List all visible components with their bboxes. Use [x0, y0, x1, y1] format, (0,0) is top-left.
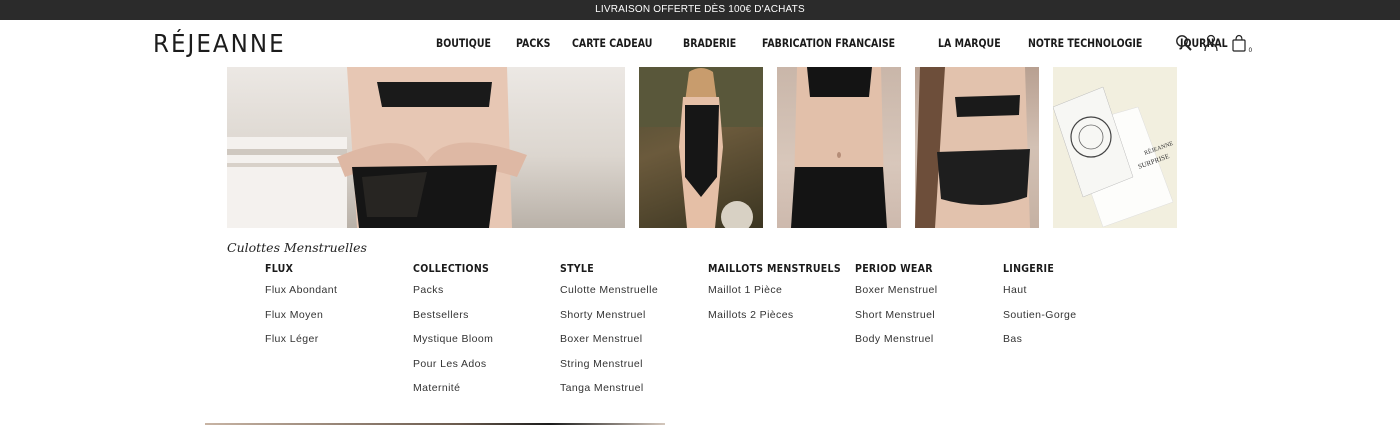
- menu-link[interactable]: Boxer Menstruel: [855, 284, 941, 309]
- account-icon[interactable]: [1203, 34, 1221, 52]
- image-lace-brief[interactable]: [915, 67, 1039, 228]
- menu-link[interactable]: Tanga Menstruel: [560, 382, 658, 407]
- cart-count: 0: [1248, 48, 1252, 54]
- menu-column-style: STYLE Culotte Menstruelle Shorty Menstru…: [560, 263, 658, 407]
- main-nav: BOUTIQUE PACKS CARTE CADEAU BRADERIE FAB…: [436, 36, 1252, 50]
- header-icons: 0: [1175, 34, 1252, 54]
- menu-link[interactable]: Bestsellers: [413, 309, 498, 334]
- image-gift-card[interactable]: RÉJEANNE SURPRISE: [1053, 67, 1177, 228]
- menu-link[interactable]: Haut: [1003, 284, 1077, 309]
- column-heading[interactable]: MAILLOTS MENSTRUELS: [708, 263, 841, 279]
- announcement-bar: LIVRAISON OFFERTE DÈS 100€ D'ACHATS: [0, 0, 1400, 20]
- menu-link[interactable]: Flux Abondant: [265, 284, 337, 309]
- menu-column-period-wear: PERIOD WEAR Boxer Menstruel Short Menstr…: [855, 263, 941, 358]
- image-hands-heart[interactable]: [227, 67, 625, 228]
- menu-column-maillots: MAILLOTS MENSTRUELS Maillot 1 Pièce Mail…: [708, 263, 856, 333]
- menu-link[interactable]: Soutien-Gorge: [1003, 309, 1077, 334]
- nav-la-marque[interactable]: LA MARQUE: [938, 36, 1001, 50]
- menu-column-lingerie: LINGERIE Haut Soutien-Gorge Bas: [1003, 263, 1077, 358]
- menu-link[interactable]: Boxer Menstruel: [560, 333, 658, 358]
- menu-column-collections: COLLECTIONS Packs Bestsellers Mystique B…: [413, 263, 498, 407]
- brand-logo[interactable]: RÉJEANNE: [153, 29, 286, 58]
- nav-boutique[interactable]: BOUTIQUE: [436, 36, 491, 50]
- menu-link[interactable]: Maternité: [413, 382, 498, 407]
- column-heading[interactable]: STYLE: [560, 263, 648, 279]
- menu-link[interactable]: Shorty Menstruel: [560, 309, 658, 334]
- nav-braderie[interactable]: BRADERIE: [683, 36, 736, 50]
- menu-link[interactable]: Culotte Menstruelle: [560, 284, 658, 309]
- nav-fabrication-francaise[interactable]: FABRICATION FRANCAISE: [762, 36, 895, 50]
- menu-link[interactable]: Short Menstruel: [855, 309, 941, 334]
- site-header: RÉJEANNE BOUTIQUE PACKS CARTE CADEAU BRA…: [0, 20, 1400, 67]
- menu-link[interactable]: Mystique Bloom: [413, 333, 498, 358]
- menu-link[interactable]: Bas: [1003, 333, 1077, 358]
- column-heading[interactable]: FLUX: [265, 263, 330, 279]
- menu-gallery: RÉJEANNE SURPRISE: [0, 67, 1400, 229]
- menu-link[interactable]: Packs: [413, 284, 498, 309]
- nav-carte-cadeau[interactable]: CARTE CADEAU: [572, 36, 652, 50]
- nav-notre-technologie[interactable]: NOTRE TECHNOLOGIE: [1028, 36, 1142, 50]
- menu-link[interactable]: Flux Léger: [265, 333, 337, 358]
- column-heading[interactable]: LINGERIE: [1003, 263, 1069, 279]
- image-black-boxer[interactable]: [777, 67, 901, 228]
- search-icon[interactable]: [1175, 34, 1193, 52]
- menu-link[interactable]: Maillot 1 Pièce: [708, 284, 856, 309]
- cart-icon[interactable]: 0: [1231, 34, 1252, 54]
- mega-menu-title[interactable]: Culottes Menstruelles: [227, 240, 367, 255]
- menu-link[interactable]: Pour Les Ados: [413, 358, 498, 383]
- image-black-swimsuit[interactable]: [639, 67, 763, 228]
- menu-link[interactable]: Flux Moyen: [265, 309, 337, 334]
- column-heading[interactable]: PERIOD WEAR: [855, 263, 933, 279]
- menu-link[interactable]: Body Menstruel: [855, 333, 941, 358]
- nav-packs[interactable]: PACKS: [516, 36, 550, 50]
- menu-link[interactable]: Maillots 2 Pièces: [708, 309, 856, 334]
- menu-column-flux: FLUX Flux Abondant Flux Moyen Flux Léger: [265, 263, 337, 358]
- column-heading[interactable]: COLLECTIONS: [413, 263, 489, 279]
- menu-link[interactable]: String Menstruel: [560, 358, 658, 383]
